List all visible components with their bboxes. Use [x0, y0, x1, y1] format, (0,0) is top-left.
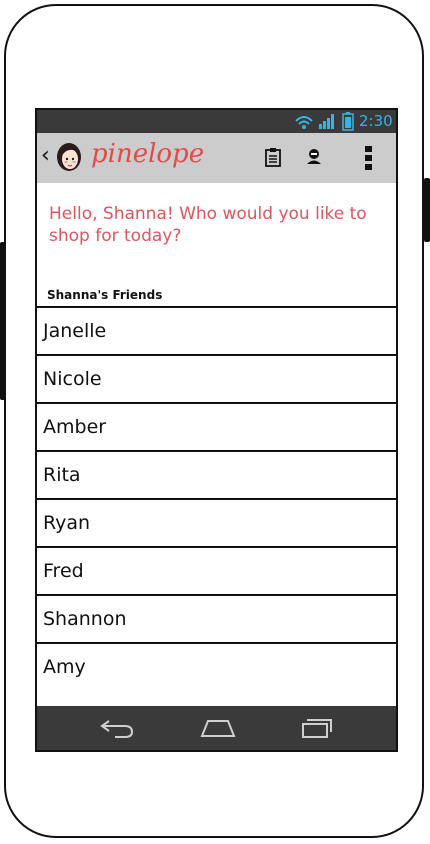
- friend-name: Shannon: [43, 608, 127, 630]
- list-item[interactable]: Rita: [37, 450, 396, 498]
- list-item[interactable]: Nicole: [37, 354, 396, 402]
- battery-icon: [342, 112, 354, 135]
- list-item[interactable]: Janelle: [37, 306, 396, 354]
- list-item[interactable]: Shannon: [37, 594, 396, 642]
- user-icon[interactable]: [305, 147, 323, 167]
- friends-section-header: Shanna's Friends: [47, 288, 163, 302]
- status-time: 2:30: [359, 112, 393, 130]
- friend-name: Nicole: [43, 368, 102, 390]
- greeting-text: Hello, Shanna! Who would you like to sho…: [49, 204, 367, 246]
- power-button: [424, 178, 430, 242]
- friend-name: Janelle: [43, 320, 107, 342]
- nav-home-icon[interactable]: [199, 716, 237, 744]
- back-chevron-icon[interactable]: ‹: [41, 143, 50, 168]
- signal-icon: [318, 112, 336, 134]
- overflow-menu-icon[interactable]: [363, 145, 375, 171]
- friend-name: Ryan: [43, 512, 91, 534]
- friend-name: Rita: [43, 464, 81, 486]
- status-bar: 2:30: [37, 110, 396, 133]
- list-item[interactable]: Amber: [37, 402, 396, 450]
- nav-bar: [37, 706, 396, 750]
- friend-name: Fred: [43, 560, 84, 582]
- friend-name: Amber: [43, 416, 107, 438]
- list-item[interactable]: Amy: [37, 642, 396, 690]
- friends-list: Janelle Nicole Amber Rita Ryan Fred Shan…: [37, 306, 396, 690]
- phone-screen: 2:30 ‹ pinelope Hello, Shanna! Who would…: [35, 108, 398, 752]
- clipboard-icon[interactable]: [265, 147, 281, 167]
- app-name: pinelope: [91, 139, 205, 169]
- action-bar: ‹ pinelope: [37, 133, 396, 183]
- logo-avatar-icon: [55, 142, 91, 174]
- list-item[interactable]: Ryan: [37, 498, 396, 546]
- nav-back-icon[interactable]: [99, 716, 135, 744]
- list-item[interactable]: Fred: [37, 546, 396, 594]
- nav-recents-icon[interactable]: [299, 716, 335, 744]
- friend-name: Amy: [43, 656, 86, 678]
- volume-button: [0, 242, 6, 400]
